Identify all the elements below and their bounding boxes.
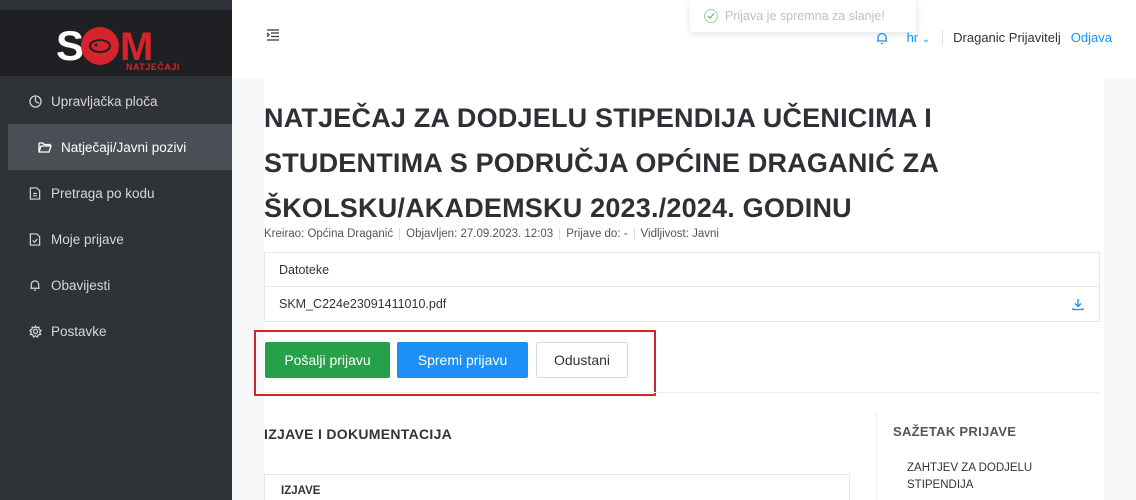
chevron-down-icon: ⌄ bbox=[921, 34, 931, 45]
sidebar-item-notifications[interactable]: Obavijesti bbox=[0, 262, 232, 308]
cancel-button[interactable]: Odustani bbox=[536, 342, 628, 378]
bell-icon bbox=[28, 278, 42, 292]
send-application-button[interactable]: Pošalji prijavu bbox=[265, 342, 390, 378]
document-icon bbox=[28, 186, 42, 200]
logout-link[interactable]: Odjava bbox=[1071, 30, 1112, 45]
main-panel: NATJEČAJ ZA DODJELU STIPENDIJA UČENICIMA… bbox=[254, 78, 1104, 500]
sidebar-item-label: Pretraga po kodu bbox=[51, 185, 155, 201]
main-content: NATJEČAJ ZA DODJELU STIPENDIJA UČENICIMA… bbox=[232, 78, 1136, 500]
success-toast: Prijava je spremna za slanje! bbox=[690, 0, 916, 32]
sidebar-item-competitions[interactable]: Natječaji/Javni pozivi bbox=[8, 124, 232, 170]
download-icon[interactable] bbox=[1071, 297, 1085, 311]
application-summary: SAŽETAK PRIJAVE ZAHTJEV ZA DODJELU STIPE… bbox=[876, 412, 1100, 500]
summary-item[interactable]: ZAHTJEV ZA DODJELU STIPENDIJA bbox=[907, 460, 1087, 494]
page-meta: Kreirao: Općina Draganić Objavljen: 27.0… bbox=[264, 228, 725, 240]
sidebar: S M NATJEČAJI Upravljačka ploča Natječaj… bbox=[0, 0, 232, 500]
files-header: Datoteke bbox=[265, 253, 1099, 287]
divider bbox=[264, 392, 1100, 393]
sidebar-item-label: Natječaji/Javni pozivi bbox=[61, 139, 187, 155]
menu-toggle-icon[interactable] bbox=[266, 28, 280, 42]
toast-message: Prijava je spremna za slanje! bbox=[725, 9, 885, 23]
file-name[interactable]: SKM_C224e23091411010.pdf bbox=[279, 297, 446, 311]
document-check-icon bbox=[28, 232, 42, 246]
sidebar-item-my-applications[interactable]: Moje prijave bbox=[0, 216, 232, 262]
svg-text:S: S bbox=[56, 22, 84, 69]
sidebar-nav: Upravljačka ploča Natječaji/Javni pozivi… bbox=[0, 78, 232, 354]
sidebar-item-settings[interactable]: Postavke bbox=[0, 308, 232, 354]
language-code: hr bbox=[906, 30, 919, 45]
logo-area: S M NATJEČAJI bbox=[0, 10, 232, 76]
meta-published: Objavljen: 27.09.2023. 12:03 bbox=[399, 228, 559, 240]
sidebar-item-dashboard[interactable]: Upravljačka ploča bbox=[0, 78, 232, 124]
section-title: IZJAVE I DOKUMENTACIJA bbox=[264, 426, 453, 442]
sidebar-item-label: Upravljačka ploča bbox=[51, 93, 158, 109]
sidebar-item-search-by-code[interactable]: Pretraga po kodu bbox=[0, 170, 232, 216]
file-row[interactable]: SKM_C224e23091411010.pdf bbox=[265, 287, 1099, 321]
sidebar-item-label: Moje prijave bbox=[51, 231, 124, 247]
language-selector[interactable]: hr ⌄ bbox=[907, 30, 931, 45]
gear-icon bbox=[28, 324, 42, 338]
meta-created: Kreirao: Općina Draganić bbox=[264, 228, 394, 240]
top-bar: Prijava je spremna za slanje! hr ⌄ Draga… bbox=[232, 0, 1136, 78]
meta-visibility: Vidljivost: Javni bbox=[633, 228, 725, 240]
sidebar-item-label: Postavke bbox=[51, 323, 107, 339]
summary-title: SAŽETAK PRIJAVE bbox=[893, 424, 1017, 439]
notification-bell-icon[interactable] bbox=[875, 31, 889, 45]
check-circle-icon bbox=[704, 9, 718, 23]
files-panel: Datoteke SKM_C224e23091411010.pdf bbox=[264, 252, 1100, 322]
top-right-controls: hr ⌄ Draganic Prijavitelj Odjava bbox=[875, 30, 1112, 45]
page-title: NATJEČAJ ZA DODJELU STIPENDIJA UČENICIMA… bbox=[264, 103, 939, 223]
user-name: Draganic Prijavitelj bbox=[942, 30, 1061, 45]
statements-panel: IZJAVE bbox=[264, 474, 850, 500]
logo-subtext: NATJEČAJI bbox=[126, 62, 180, 72]
save-application-button[interactable]: Spremi prijavu bbox=[397, 342, 528, 378]
statements-label: IZJAVE bbox=[281, 485, 321, 497]
folder-open-icon bbox=[38, 140, 52, 154]
dashboard-icon bbox=[28, 94, 42, 108]
meta-deadline: Prijave do: - bbox=[559, 228, 633, 240]
sidebar-item-label: Obavijesti bbox=[51, 277, 111, 293]
